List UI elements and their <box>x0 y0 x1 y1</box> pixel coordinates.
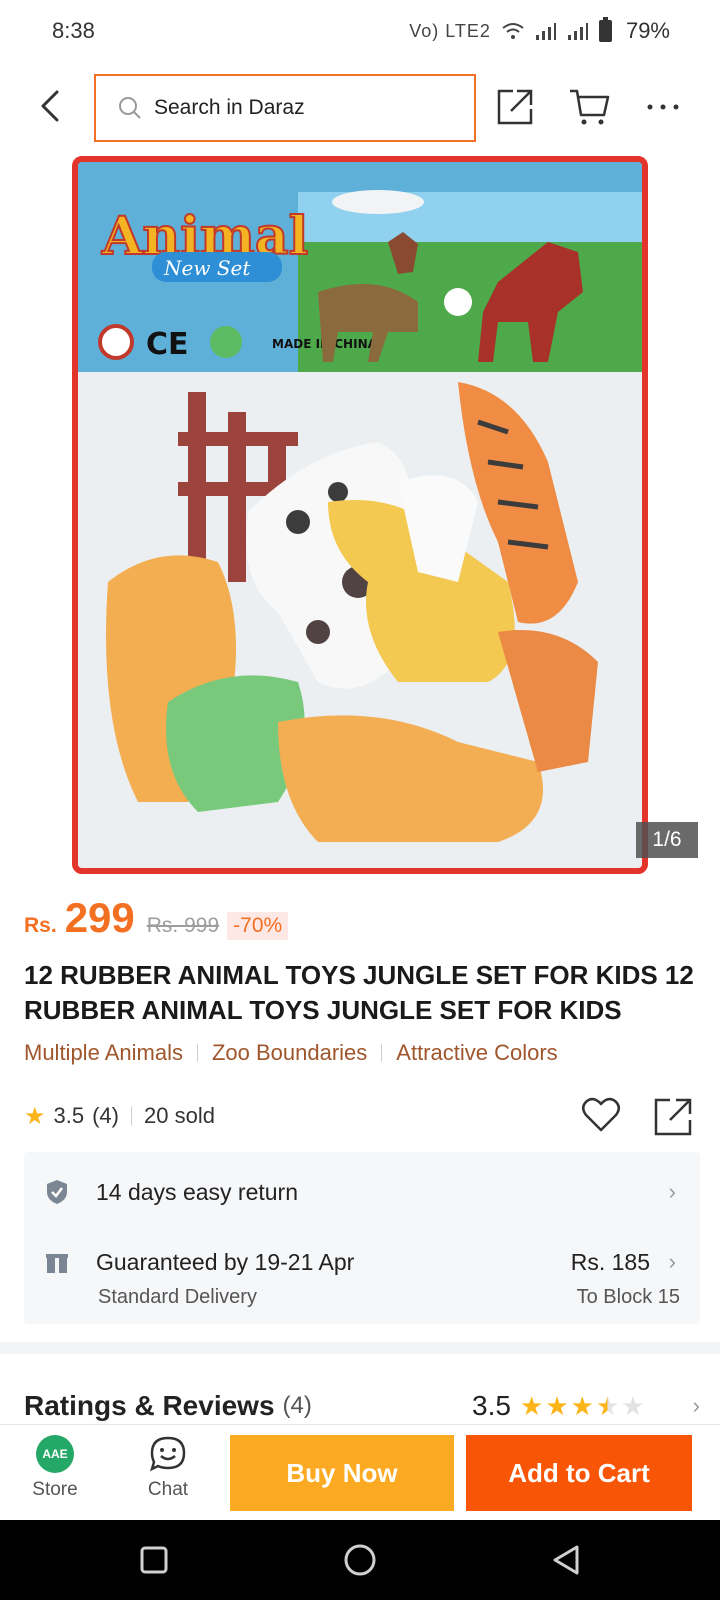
add-to-cart-button[interactable]: Add to Cart <box>466 1435 692 1511</box>
price-row: Rs. 299 Rs. 999 -70% <box>24 894 289 954</box>
current-price: 299 <box>64 894 135 941</box>
store-logo: AAE <box>36 1435 74 1473</box>
store-button[interactable]: AAE Store <box>15 1435 95 1511</box>
reviews-stars: ★ ★ ★ ★ ★ <box>520 1391 645 1422</box>
product-title: 12 RUBBER ANIMAL TOYS JUNGLE SET FOR KID… <box>24 960 694 1025</box>
wifi-icon <box>502 23 524 39</box>
search-input[interactable]: Search in Daraz <box>94 74 476 142</box>
star-icon: ★ <box>545 1390 569 1421</box>
tag-divider <box>381 1044 383 1062</box>
tag-item[interactable]: Attractive Colors <box>396 1040 557 1066</box>
top-nav: Search in Daraz <box>0 70 720 142</box>
guarantee-text: Guaranteed by 19-21 Apr <box>96 1248 355 1275</box>
return-text: 14 days easy return <box>96 1178 299 1205</box>
cart-button[interactable] <box>566 84 612 130</box>
status-indicators: Vo) LTE2 79% <box>409 17 670 44</box>
section-divider <box>0 1342 720 1354</box>
svg-text:CE: CE <box>146 327 189 362</box>
chat-icon <box>150 1436 186 1472</box>
reviews-title: Ratings & Reviews <box>24 1390 275 1421</box>
share-button[interactable] <box>492 84 538 130</box>
system-back-button[interactable] <box>546 1540 586 1580</box>
store-label: Store <box>32 1479 78 1500</box>
circle-icon <box>344 1544 376 1576</box>
packaging-subtitle: New Set <box>163 256 251 280</box>
more-button[interactable] <box>640 84 686 130</box>
search-icon <box>119 97 141 119</box>
shield-check-icon <box>44 1179 70 1205</box>
network-indicator: Vo) LTE2 <box>409 20 491 41</box>
delivery-card: 14 days easy return › Guaranteed by 19-2… <box>24 1152 700 1324</box>
original-price: Rs. 999 <box>146 914 220 937</box>
chevron-right-icon: › <box>668 1179 676 1204</box>
price-currency: Rs. <box>24 914 57 937</box>
triangle-back-icon <box>553 1545 579 1575</box>
sold-count: 20 sold <box>144 1103 215 1128</box>
recent-apps-button[interactable] <box>134 1540 174 1580</box>
delivery-row[interactable]: Guaranteed by 19-21 Apr Rs. 185 › <box>44 1242 684 1282</box>
product-image[interactable]: Animal New Set CE MADE IN CHINA <box>72 156 648 874</box>
system-nav-bar <box>0 1520 720 1600</box>
rating-count: (4) <box>92 1103 119 1128</box>
back-arrow-icon <box>41 90 59 122</box>
tag-divider <box>196 1044 198 1062</box>
status-time: 8:38 <box>52 18 95 43</box>
reviews-count: (4) <box>282 1392 312 1419</box>
share-product-button[interactable] <box>652 1096 694 1138</box>
return-policy-row[interactable]: 14 days easy return › <box>44 1172 684 1212</box>
more-icon <box>647 104 679 110</box>
star-icon: ★ <box>24 1102 46 1130</box>
delivery-destination: To Block 15 <box>576 1286 680 1308</box>
delivery-fee: Rs. 185 <box>570 1248 650 1275</box>
star-icon: ★ <box>570 1390 594 1421</box>
product-photo: Animal New Set CE MADE IN CHINA <box>78 162 642 868</box>
chat-button[interactable]: Chat <box>128 1435 208 1511</box>
share-icon <box>654 1098 692 1136</box>
signal-icon-2 <box>567 23 588 40</box>
battery-icon <box>598 17 612 42</box>
chat-label: Chat <box>147 1479 189 1500</box>
empty-star-icon: ★ <box>621 1390 645 1421</box>
star-icon: ★ <box>520 1390 544 1421</box>
tag-item[interactable]: Multiple Animals <box>24 1040 183 1066</box>
heart-icon <box>582 1097 620 1132</box>
rating-divider <box>131 1106 132 1126</box>
status-bar: 8:38 Vo) LTE2 79% <box>0 0 720 62</box>
buy-now-button[interactable]: Buy Now <box>230 1435 454 1511</box>
image-counter: 1/6 <box>636 822 698 858</box>
chevron-right-icon: › <box>692 1393 700 1418</box>
battery-percent: 79% <box>625 18 670 43</box>
search-placeholder: Search in Daraz <box>154 96 305 119</box>
bottom-action-bar: AAE Store Chat Buy Now Add to Cart <box>0 1424 720 1520</box>
discount-badge: -70% <box>227 912 289 940</box>
product-tags: Multiple Animals Zoo Boundaries Attracti… <box>24 1040 558 1066</box>
tag-item[interactable]: Zoo Boundaries <box>212 1040 367 1066</box>
rating-value: 3.5 <box>53 1103 85 1128</box>
half-star-icon: ★ <box>595 1390 620 1421</box>
square-icon <box>140 1546 168 1574</box>
share-icon <box>497 89 533 125</box>
home-button[interactable] <box>340 1540 380 1580</box>
wishlist-button[interactable] <box>580 1094 622 1136</box>
gift-box-icon <box>44 1249 70 1275</box>
reviews-header[interactable]: Ratings & Reviews (4) 3.5 ★ ★ ★ ★ ★ › <box>24 1384 700 1428</box>
back-button[interactable] <box>30 84 70 128</box>
cart-icon <box>570 89 610 125</box>
signal-icon <box>535 23 556 40</box>
reviews-score: 3.5 <box>472 1390 511 1421</box>
chevron-right-icon: › <box>668 1249 676 1274</box>
delivery-method: Standard Delivery <box>98 1286 257 1308</box>
